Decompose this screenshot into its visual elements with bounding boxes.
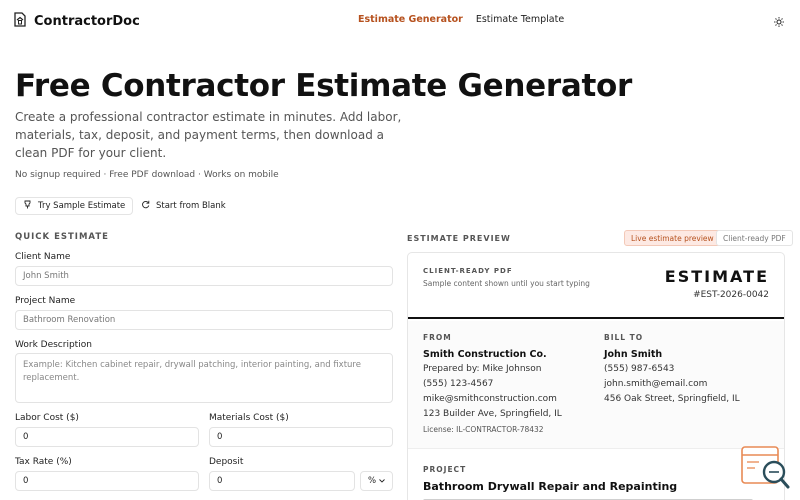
document-search-icon bbox=[741, 446, 791, 496]
try-sample-estimate-button[interactable]: Try Sample Estimate bbox=[15, 197, 134, 215]
materials-cost-label: Materials Cost ($) bbox=[209, 413, 289, 423]
deposit-label: Deposit bbox=[209, 457, 244, 467]
client-name-label: Client Name bbox=[15, 252, 71, 262]
bill-to-name: John Smith bbox=[604, 349, 663, 360]
work-description-textarea[interactable]: Example: Kitchen cabinet repair, drywall… bbox=[15, 353, 393, 403]
chevron-down-icon bbox=[379, 476, 385, 486]
sun-icon bbox=[774, 12, 784, 31]
client-name-input[interactable]: John Smith bbox=[15, 266, 393, 286]
main-nav: Estimate Generator Estimate Template bbox=[358, 14, 564, 25]
tax-rate-input[interactable]: 0 bbox=[15, 471, 199, 491]
brand[interactable]: ContractorDoc bbox=[13, 12, 140, 31]
preview-header: CLIENT-READY PDF Sample content shown un… bbox=[408, 253, 784, 319]
pin-icon bbox=[23, 200, 32, 212]
page-subtitle: Create a professional contractor estimat… bbox=[15, 110, 402, 160]
project-label: PROJECT bbox=[423, 465, 467, 474]
nav-estimate-template[interactable]: Estimate Template bbox=[476, 14, 564, 25]
estimate-helper-widget[interactable] bbox=[741, 446, 791, 492]
from-phone: (555) 123-4567 bbox=[423, 379, 494, 389]
start-blank-label: Start from Blank bbox=[156, 201, 226, 211]
deposit-input[interactable]: 0 bbox=[209, 471, 355, 491]
document-icon bbox=[13, 12, 27, 31]
bill-to-phone: (555) 987-6543 bbox=[604, 364, 675, 374]
start-from-blank-button[interactable]: Start from Blank bbox=[133, 197, 234, 215]
labor-cost-label: Labor Cost ($) bbox=[15, 413, 79, 423]
quick-estimate-heading: QUICK ESTIMATE bbox=[15, 232, 109, 242]
top-bar: ContractorDoc Estimate Generator Estimat… bbox=[0, 0, 800, 42]
work-description-label: Work Description bbox=[15, 340, 92, 350]
preview-kicker: CLIENT-READY PDF bbox=[423, 267, 513, 275]
hero-meta: No signup required · Free PDF download ·… bbox=[15, 170, 279, 180]
from-label: FROM bbox=[423, 333, 452, 342]
materials-cost-input[interactable]: 0 bbox=[209, 427, 393, 447]
try-sample-label: Try Sample Estimate bbox=[38, 201, 126, 211]
from-company: Smith Construction Co. bbox=[423, 349, 547, 360]
estimate-preview-card: CLIENT-READY PDF Sample content shown un… bbox=[407, 252, 785, 500]
project-name-label: Project Name bbox=[15, 296, 76, 306]
project-title: Bathroom Drywall Repair and Repainting bbox=[423, 480, 678, 493]
from-prepared-by: Prepared by: Mike Johnson bbox=[423, 364, 542, 374]
refresh-icon bbox=[141, 200, 150, 212]
live-preview-badge: Live estimate preview bbox=[624, 230, 721, 246]
from-email: mike@smithconstruction.com bbox=[423, 394, 557, 404]
bill-to-email: john.smith@email.com bbox=[604, 379, 708, 389]
nav-estimate-generator[interactable]: Estimate Generator bbox=[358, 14, 463, 25]
preview-title: ESTIMATE bbox=[664, 267, 769, 286]
tax-rate-label: Tax Rate (%) bbox=[15, 457, 72, 467]
from-address: 123 Builder Ave, Springfield, IL bbox=[423, 409, 562, 419]
bill-to-label: BILL TO bbox=[604, 333, 644, 342]
preview-parties: FROM Smith Construction Co. Prepared by:… bbox=[408, 321, 784, 449]
labor-cost-input[interactable]: 0 bbox=[15, 427, 199, 447]
client-ready-pdf-badge: Client-ready PDF bbox=[716, 230, 793, 246]
deposit-unit-select[interactable]: % bbox=[360, 471, 393, 491]
brand-name: ContractorDoc bbox=[34, 14, 140, 29]
estimate-preview-heading: ESTIMATE PREVIEW bbox=[407, 234, 511, 243]
deposit-unit-value: % bbox=[367, 476, 377, 486]
estimate-number: #EST-2026-0042 bbox=[693, 290, 769, 300]
page-title: Free Contractor Estimate Generator bbox=[15, 68, 632, 104]
from-license: License: IL-CONTRACTOR-78432 bbox=[423, 425, 544, 434]
project-name-input[interactable]: Bathroom Renovation bbox=[15, 310, 393, 330]
preview-note: Sample content shown until you start typ… bbox=[423, 279, 590, 288]
bill-to-address: 456 Oak Street, Springfield, IL bbox=[604, 394, 740, 404]
theme-toggle-button[interactable] bbox=[772, 14, 786, 28]
